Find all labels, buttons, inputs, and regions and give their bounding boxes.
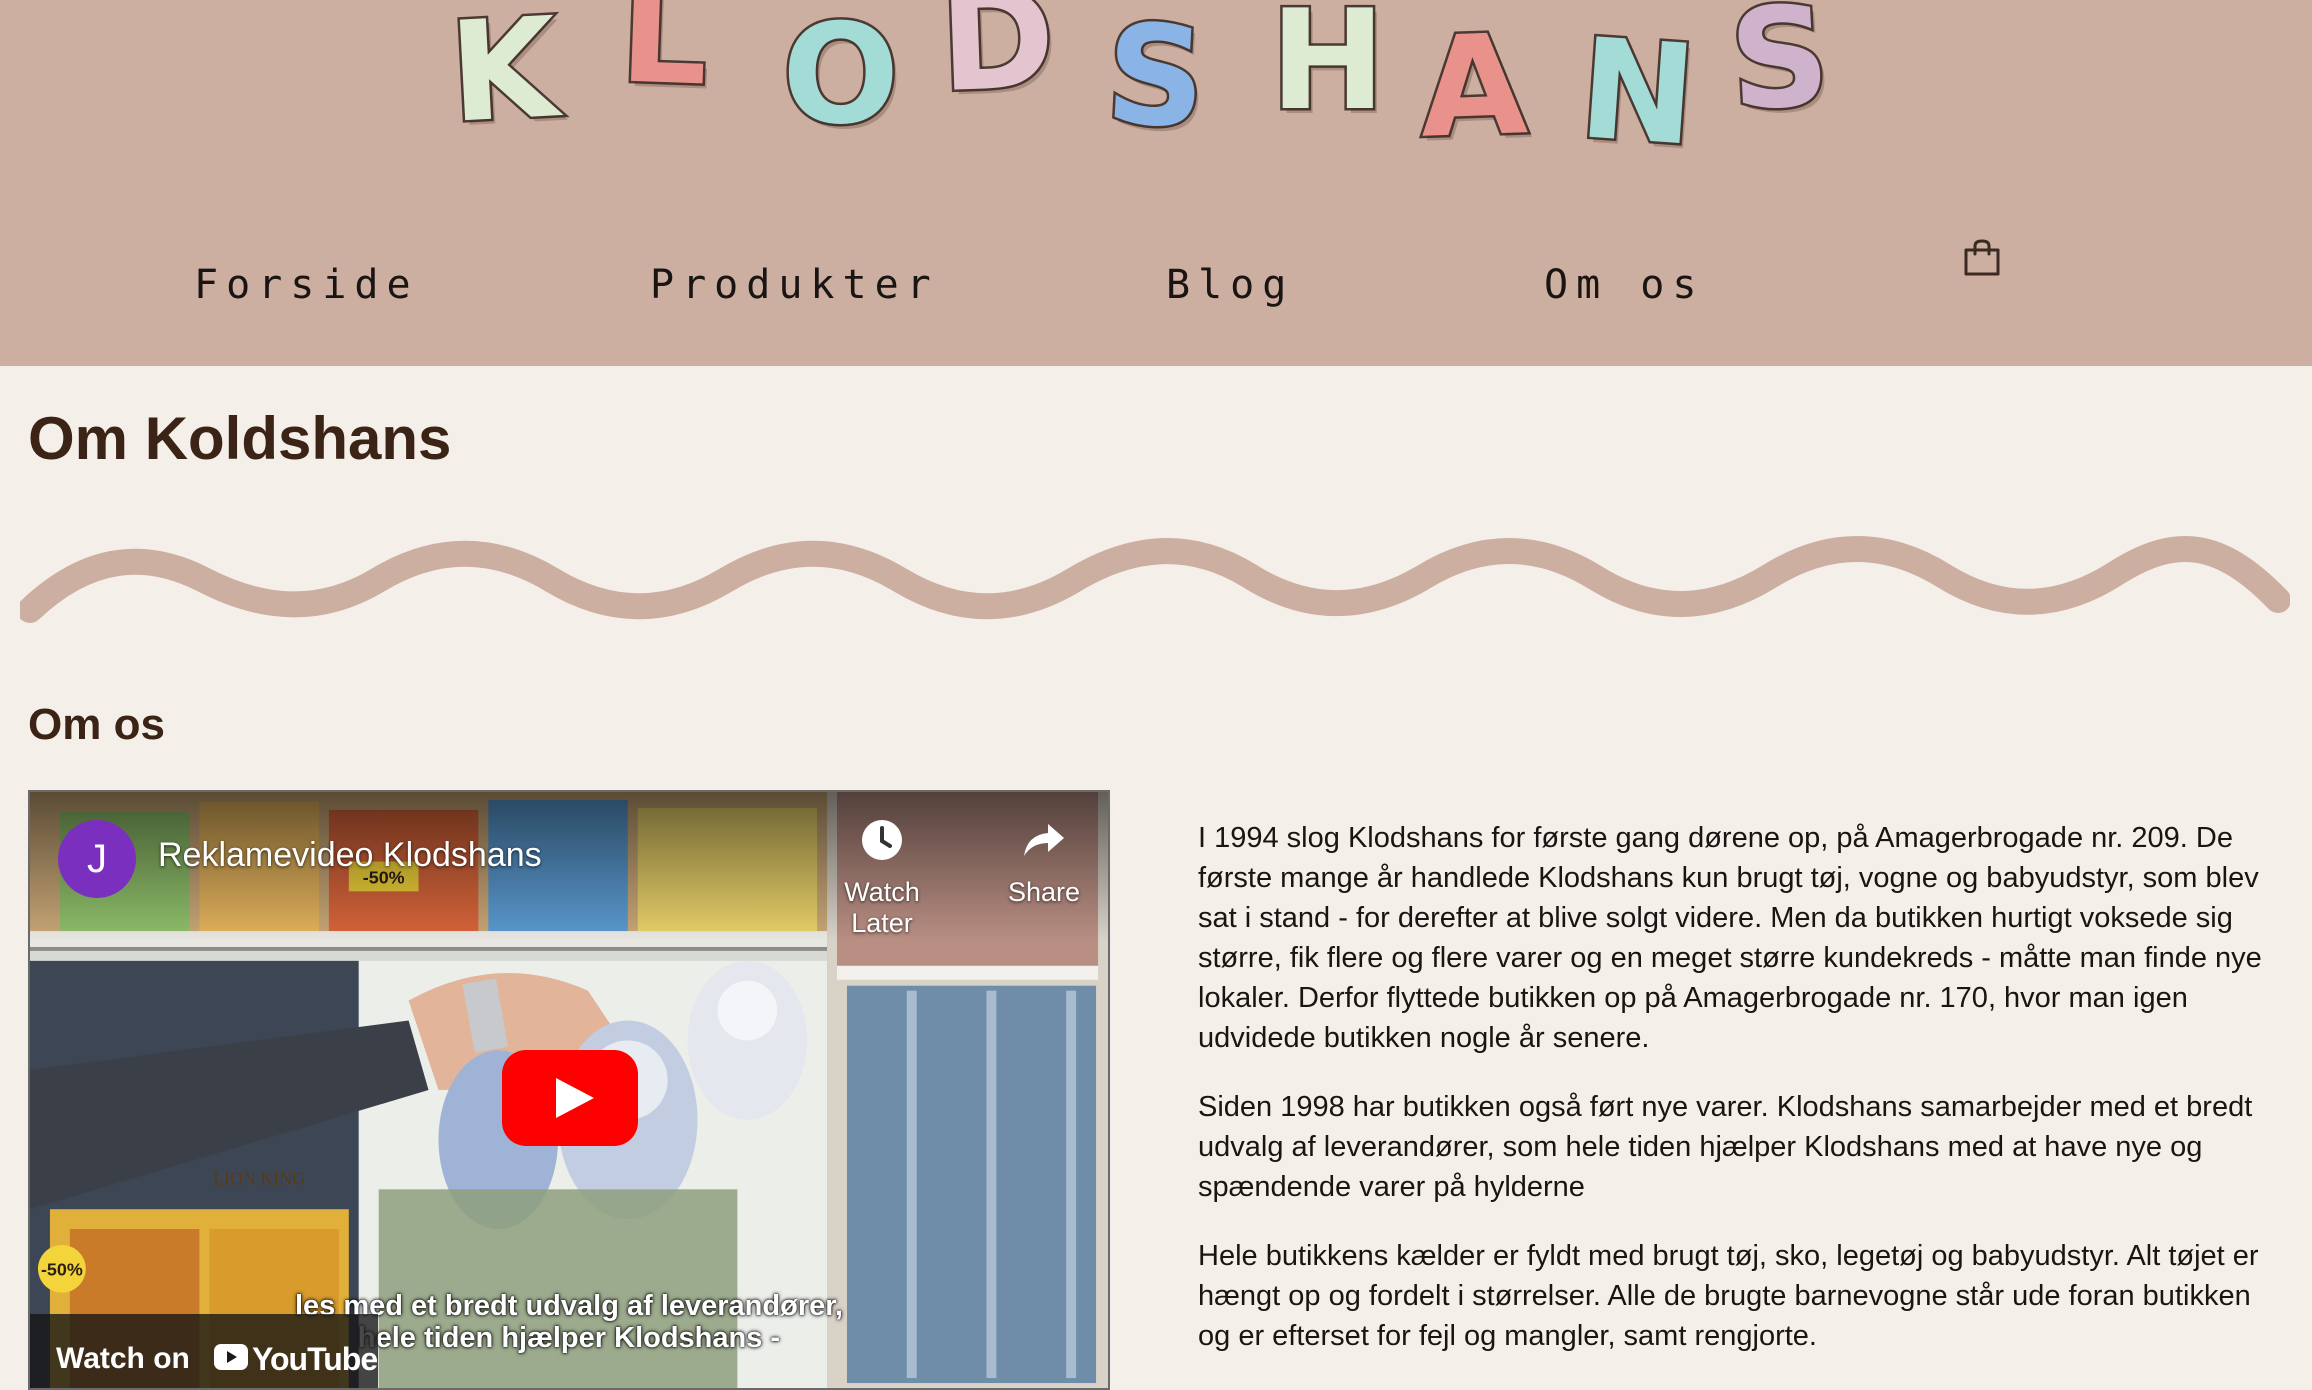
logo-letter: O	[779, 0, 901, 155]
wavy-divider	[20, 536, 2290, 623]
youtube-wordmark: YouTube	[252, 1341, 378, 1377]
about-paragraph-2: Siden 1998 har butikken også ført nye va…	[1198, 1091, 2253, 1203]
video-embed[interactable]: LION KING -50% -50% J Reklamevideo Klods…	[28, 790, 1110, 1390]
about-paragraph-1: I 1994 slog Klodshans for første gang dø…	[1198, 822, 2262, 1054]
logo-letter: S	[1723, 0, 1836, 144]
channel-avatar[interactable]: J	[58, 820, 136, 898]
nav-forside[interactable]: Forside	[194, 262, 419, 308]
logo-letter: A	[1415, 2, 1532, 172]
logo-letter: S	[1099, 0, 1212, 162]
logo-letter: D	[935, 0, 1060, 125]
about-paragraph-3: Hele butikkens kælder er fyldt med brugt…	[1198, 1240, 2259, 1352]
about-text: I 1994 slog Klodshans for første gang dø…	[1198, 818, 2278, 1385]
nav-blog[interactable]: Blog	[1166, 262, 1294, 308]
site-header: K L O D S H A N S Forside Produkter Blog…	[0, 0, 2312, 366]
box-label: LION KING	[213, 1168, 305, 1188]
page-title: Om Koldshans	[28, 405, 452, 472]
watch-on-label: Watch on	[56, 1342, 190, 1375]
site-logo[interactable]: K L O D S H A N S	[430, 0, 1870, 179]
youtube-logo-icon	[214, 1344, 248, 1370]
watch-on-youtube-button[interactable]: Watch on YouTube	[30, 1314, 378, 1388]
play-icon	[502, 1050, 638, 1146]
share-button[interactable]: Share	[984, 818, 1104, 908]
video-title[interactable]: Reklamevideo Klodshans	[158, 836, 542, 875]
discount-sign: -50%	[41, 1260, 83, 1280]
nav-produkter[interactable]: Produkter	[650, 262, 939, 308]
clock-icon	[862, 820, 902, 860]
shopping-bag-icon[interactable]	[1962, 238, 2002, 278]
share-label: Share	[1007, 877, 1081, 907]
share-arrow-icon	[1024, 824, 1064, 856]
watch-later-button[interactable]: Watch Later	[822, 818, 942, 939]
section-title: Om os	[28, 700, 165, 749]
logo-letter: K	[443, 0, 563, 156]
logo-letter: N	[1572, 6, 1703, 180]
logo-letter: L	[615, 0, 714, 119]
nav-om-os[interactable]: Om os	[1544, 262, 1704, 308]
logo-letter: H	[1268, 0, 1388, 141]
play-button[interactable]	[502, 1050, 638, 1146]
watch-later-label: Watch Later	[844, 877, 920, 938]
